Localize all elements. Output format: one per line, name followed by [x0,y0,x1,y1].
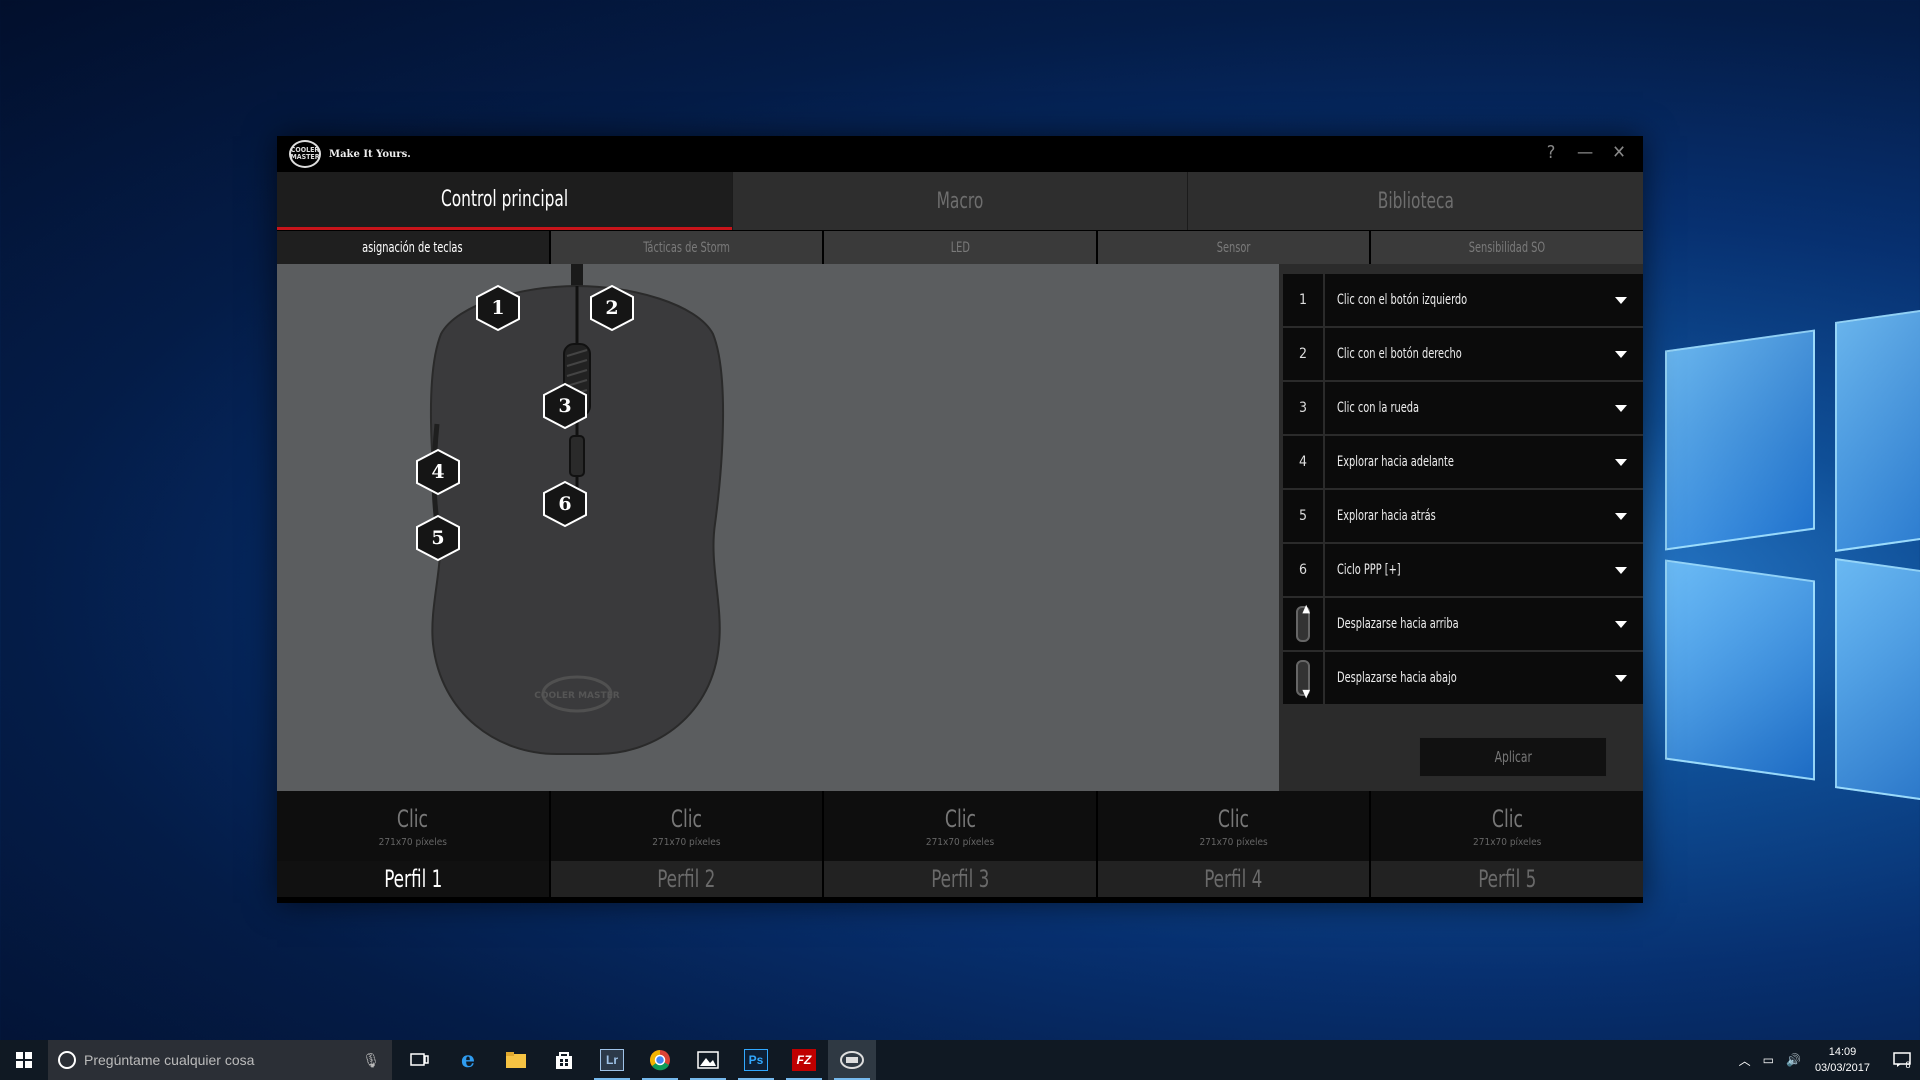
clock-date: 03/03/2017 [1814,1062,1870,1074]
system-tray: ︿ ▭ 🔊 14:09 03/03/2017 8 [1733,1040,1920,1080]
dropdown-arrow-icon[interactable] [1599,674,1643,682]
assignment-row-3[interactable]: 3 Clic con la rueda [1283,382,1643,436]
notification-count: 8 [1905,1060,1911,1070]
taskbar-apps: e Lr Ps FZ [396,1040,876,1080]
mouse-button-5-marker[interactable]: 5 [415,514,461,562]
assignment-row-scroll-down[interactable]: ▼ Desplazarse hacia abajo [1283,652,1643,706]
help-button[interactable]: ? [1543,144,1559,162]
edge-button[interactable]: e [444,1040,492,1080]
assignment-row-6[interactable]: 6 Ciclo PPP [+] [1283,544,1643,598]
chrome-button[interactable] [636,1040,684,1080]
tab-macro[interactable]: Macro [731,172,1188,230]
subtab-asignacion-de-teclas[interactable]: asignación de teclas [277,231,549,264]
main-tabs: Control principal Macro Biblioteca [277,172,1643,230]
profile-image-slot[interactable]: Clic 271x70 píxeles [1097,791,1370,861]
assignment-row-scroll-up[interactable]: ▲ Desplazarse hacia arriba [1283,598,1643,652]
dropdown-arrow-icon[interactable] [1599,620,1643,628]
clock-time: 14:09 [1828,1046,1857,1058]
tagline: Make It Yours. [329,148,411,160]
windows-desktop-logo [1655,298,1920,820]
assignment-row-1[interactable]: 1 Clic con el botón izquierdo [1283,274,1643,328]
task-view-icon [408,1049,432,1071]
dropdown-arrow-icon[interactable] [1599,566,1643,574]
mouse-preview-canvas: COOLER MASTER 1 2 3 4 5 6 [277,264,1279,791]
profile-1[interactable]: Clic 271x70 píxeles Perfil 1 [277,791,549,897]
clock[interactable]: 14:09 03/03/2017 [1815,1044,1870,1076]
cooler-master-app-icon [840,1049,864,1071]
edge-icon: e [461,1047,475,1073]
window-controls: ? — ✕ [1543,144,1627,162]
cooler-master-logo: COOLER MASTER [289,140,321,168]
mouse-button-2-marker[interactable]: 2 [589,284,635,332]
volume-icon[interactable]: 🔊 [1786,1053,1801,1067]
profile-2[interactable]: Clic 271x70 píxeles Perfil 2 [550,791,823,897]
assignment-panel: 1 Clic con el botón izquierdo 2 Clic con… [1279,264,1643,791]
action-center-icon[interactable]: 8 [1884,1040,1920,1080]
file-explorer-button[interactable] [492,1040,540,1080]
subtab-led[interactable]: LED [824,231,1096,264]
microphone-icon[interactable]: 🎙 [362,1052,380,1069]
assignment-row-4[interactable]: 4 Explorar hacia adelante [1283,436,1643,490]
mouse-button-6-marker[interactable]: 6 [542,480,588,528]
dropdown-arrow-icon[interactable] [1599,350,1643,358]
apply-button[interactable]: Aplicar [1419,737,1607,777]
store-button[interactable] [540,1040,588,1080]
subtab-sensor[interactable]: Sensor [1097,231,1370,264]
mouse-button-3-marker[interactable]: 3 [542,382,588,430]
chrome-icon [648,1049,672,1071]
taskbar: Pregúntame cualquier cosa 🎙 e Lr Ps FZ ︿… [0,1040,1920,1080]
close-button[interactable]: ✕ [1611,144,1627,162]
lightroom-button[interactable]: Lr [588,1040,636,1080]
assignment-list: 1 Clic con el botón izquierdo 2 Clic con… [1283,274,1643,706]
tab-biblioteca[interactable]: Biblioteca [1187,172,1643,230]
subtab-sensibilidad-so[interactable]: Sensibilidad SO [1371,231,1643,264]
photoshop-icon: Ps [744,1049,768,1071]
cortana-search-box[interactable]: Pregúntame cualquier cosa 🎙 [48,1040,392,1080]
filezilla-button[interactable]: FZ [780,1040,828,1080]
dropdown-arrow-icon[interactable] [1599,296,1643,304]
filezilla-icon: FZ [792,1049,816,1071]
network-icon[interactable]: ▭ [1763,1053,1774,1067]
key-assignment-content: COOLER MASTER 1 2 3 4 5 6 1 Clic con el … [277,264,1643,791]
profile-image-slot[interactable]: Clic 271x70 píxeles [550,791,823,861]
subtab-tacticas-de-storm[interactable]: Tácticas de Storm [550,231,823,264]
file-explorer-icon [504,1049,528,1071]
windows-icon [16,1052,32,1068]
scroll-down-icon: ▼ [1296,660,1310,700]
dropdown-arrow-icon[interactable] [1599,404,1643,412]
cooler-master-portal-window: COOLER MASTER Make It Yours. ? — ✕ Contr… [277,136,1643,903]
photos-button[interactable] [684,1040,732,1080]
assignment-row-2[interactable]: 2 Clic con el botón derecho [1283,328,1643,382]
assignment-row-5[interactable]: 5 Explorar hacia atrás [1283,490,1643,544]
photos-icon [696,1049,720,1071]
photoshop-button[interactable]: Ps [732,1040,780,1080]
cooler-master-app-button[interactable] [828,1040,876,1080]
store-icon [552,1049,576,1071]
dropdown-arrow-icon[interactable] [1599,458,1643,466]
profile-5[interactable]: Clic 271x70 píxeles Perfil 5 [1371,791,1643,897]
profile-image-slot[interactable]: Clic 271x70 píxeles [824,791,1096,861]
minimize-button[interactable]: — [1577,144,1593,162]
profile-image-slot[interactable]: Clic 271x70 píxeles [277,791,549,861]
task-view-button[interactable] [396,1040,444,1080]
profile-4[interactable]: Clic 271x70 píxeles Perfil 4 [1097,791,1370,897]
tab-control-principal[interactable]: Control principal [277,172,732,230]
cortana-icon [58,1051,76,1069]
sub-tabs: asignación de teclas Tácticas de Storm L… [277,230,1643,264]
lightroom-icon: Lr [600,1049,624,1071]
profile-3[interactable]: Clic 271x70 píxeles Perfil 3 [824,791,1096,897]
dropdown-arrow-icon[interactable] [1599,512,1643,520]
profile-bar: Clic 271x70 píxeles Perfil 1 Clic 271x70… [277,791,1643,897]
mouse-button-4-marker[interactable]: 4 [415,448,461,496]
svg-text:COOLER MASTER: COOLER MASTER [534,691,620,701]
scroll-up-icon: ▲ [1296,602,1310,642]
mouse-button-1-marker[interactable]: 1 [475,284,521,332]
show-hidden-icons-icon[interactable]: ︿ [1739,1052,1751,1069]
profile-image-slot[interactable]: Clic 271x70 píxeles [1371,791,1643,861]
title-bar: COOLER MASTER Make It Yours. ? — ✕ [277,136,1643,172]
start-button[interactable] [0,1040,48,1080]
